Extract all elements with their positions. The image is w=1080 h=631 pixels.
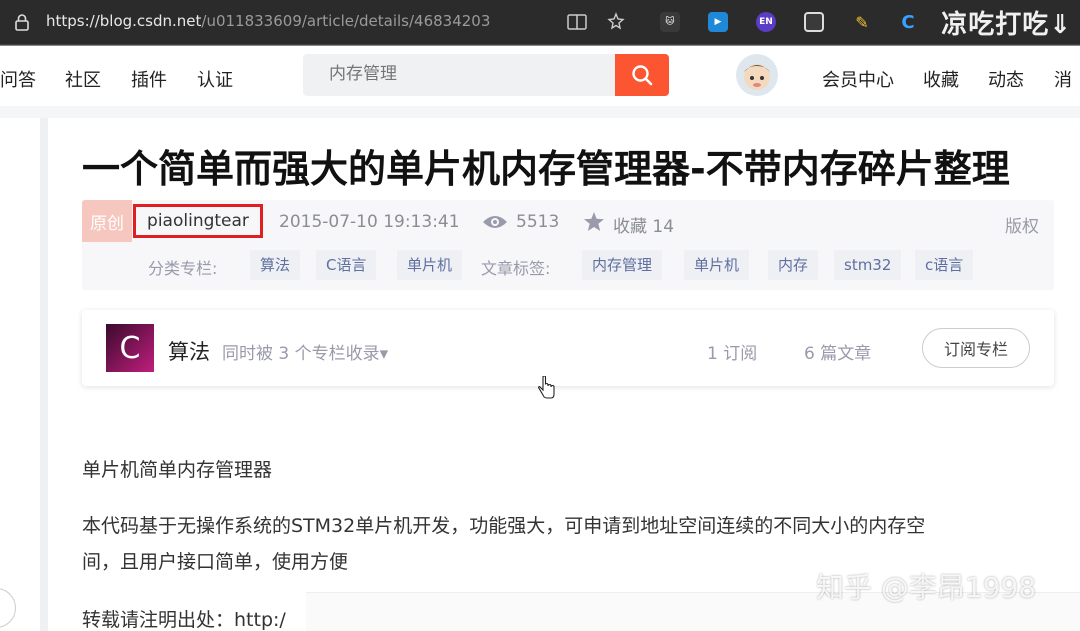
nav-item-messages[interactable]: 消 <box>1054 66 1072 92</box>
article-tags-label: 文章标签: <box>481 259 551 278</box>
nav-item-plugins[interactable]: 插件 <box>131 66 167 92</box>
category-tag[interactable]: 算法 <box>250 250 301 280</box>
top-watermark: 凉吃打吃⇓ <box>941 10 1072 40</box>
author-link[interactable]: piaolingtear <box>133 204 263 238</box>
body-heading: 单片机简单内存管理器 <box>82 459 273 481</box>
body-reprint-note: 转载请注明出处：http:/ <box>82 609 286 631</box>
lock-icon[interactable] <box>14 13 30 31</box>
column-name[interactable]: 算法 <box>168 336 210 366</box>
nav-item-favorites[interactable]: 收藏 <box>923 66 959 92</box>
mouse-cursor-icon <box>538 376 555 399</box>
article-tag[interactable]: 单片机 <box>684 250 750 280</box>
subscribe-column-button[interactable]: 订阅专栏 <box>922 328 1030 368</box>
category-label: 分类专栏: <box>148 259 218 278</box>
article-tag[interactable]: 内存 <box>768 250 819 280</box>
favorite-count[interactable]: 收藏 14 <box>613 212 674 237</box>
article-tag[interactable]: c语言 <box>915 250 974 280</box>
extension-c-icon[interactable]: C <box>898 12 918 33</box>
column-subscribers: 1 订阅 <box>707 344 758 364</box>
column-collection-dropdown[interactable]: 同时被 3 个专栏收录▾ <box>222 339 388 364</box>
nav-item-community[interactable]: 社区 <box>65 66 101 92</box>
reader-mode-icon[interactable] <box>566 11 588 33</box>
copyright-link[interactable]: 版权 <box>1005 212 1039 237</box>
search-input[interactable] <box>329 64 599 84</box>
publish-datetime: 2015-07-10 19:13:41 <box>279 212 460 232</box>
star-icon[interactable] <box>583 211 605 233</box>
category-tag[interactable]: C语言 <box>316 250 377 280</box>
bottom-watermark: 知乎 @李昂1998 <box>816 571 1037 604</box>
nav-item-certification[interactable]: 认证 <box>197 66 233 92</box>
body-paragraph-line: 间，且用户接口简单，使用方便 <box>82 551 349 573</box>
nav-item-qa[interactable]: 问答 <box>0 66 36 92</box>
extension-cat-icon[interactable]: 🐱 <box>660 12 680 32</box>
category-tag[interactable]: 单片机 <box>397 250 463 280</box>
body-paragraph-line: 本代码基于无操作系统的STM32单片机开发，功能强大，可申请到地址空间连续的不同… <box>82 515 926 537</box>
extension-window-icon[interactable] <box>804 12 824 32</box>
nav-item-activity[interactable]: 动态 <box>988 66 1024 92</box>
favorite-add-icon[interactable] <box>606 11 628 33</box>
search-button[interactable] <box>615 54 669 96</box>
address-bar[interactable]: https://blog.csdn.net/u011833609/article… <box>46 12 490 30</box>
original-badge: 原创 <box>82 200 132 242</box>
extension-pen-icon[interactable]: ✎ <box>852 12 872 32</box>
url-domain: https://blog.csdn.net <box>46 12 202 30</box>
left-gap <box>40 118 48 631</box>
left-sidebar-glyph: · <box>0 268 1 286</box>
eye-icon <box>483 216 507 228</box>
nav-item-vip[interactable]: 会员中心 <box>822 66 894 92</box>
search-box <box>303 54 615 96</box>
extension-translate-icon[interactable]: EN <box>756 12 776 32</box>
column-article-count: 6 篇文章 <box>804 344 872 364</box>
article-title: 一个简单而强大的单片机内存管理器-不带内存碎片整理 <box>82 147 1010 191</box>
search-icon <box>632 65 653 86</box>
avatar[interactable] <box>736 54 778 96</box>
url-path: /u011833609/article/details/46834203 <box>201 12 491 30</box>
article-tag[interactable]: 内存管理 <box>582 250 663 280</box>
browser-toolbar: https://blog.csdn.net/u011833609/article… <box>0 0 1080 44</box>
view-count: 5513 <box>516 212 560 232</box>
article-tag[interactable]: stm32 <box>834 250 902 280</box>
column-logo[interactable]: C <box>106 324 154 372</box>
extension-tv-icon[interactable]: ▶ <box>708 12 728 32</box>
left-sidebar: · <box>0 118 40 631</box>
left-sidebar-button[interactable] <box>0 588 16 628</box>
